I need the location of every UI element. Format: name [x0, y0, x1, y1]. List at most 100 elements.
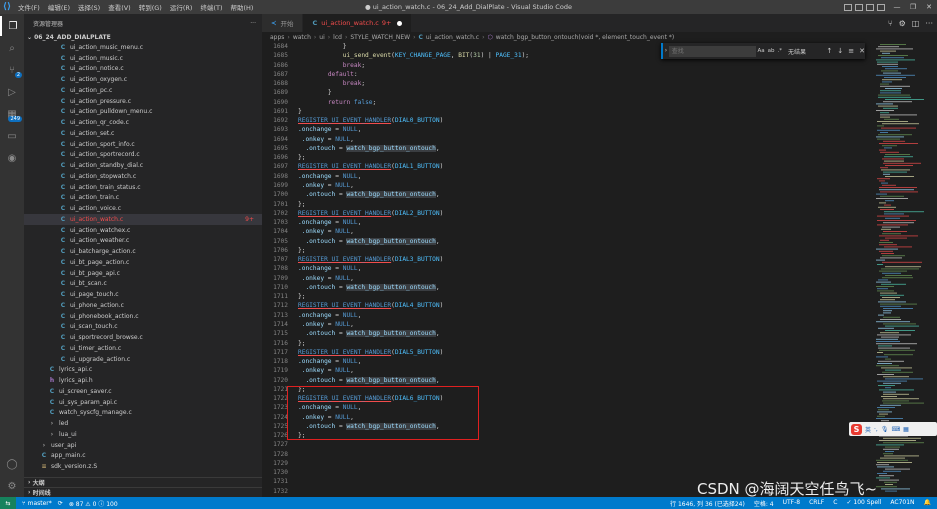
ime-punctuation[interactable]: ·,	[874, 426, 878, 433]
close-find-icon[interactable]: ✕	[859, 47, 865, 55]
tree-file[interactable]: Cui_sys_param_api.c	[24, 397, 262, 408]
tree-file[interactable]: Cui_scan_touch.c	[24, 322, 262, 333]
tree-file[interactable]: Cwatch_syscfg_manage.c	[24, 408, 262, 419]
tree-file[interactable]: Cui_action_oxygen.c	[24, 74, 262, 85]
menu-item[interactable]: 选择(S)	[78, 2, 100, 12]
tree-file[interactable]: Cui_action_standby_dial.c	[24, 160, 262, 171]
search-icon[interactable]: ⌕	[0, 38, 24, 58]
match-whole-word-icon[interactable]: ab	[768, 48, 775, 54]
line-ending[interactable]: CRLF	[809, 499, 824, 508]
branch-name[interactable]: master*	[28, 500, 52, 507]
tree-folder[interactable]: › user_api	[24, 440, 262, 451]
ime-mode[interactable]: 英	[865, 425, 871, 434]
tree-file[interactable]: Cui_action_notice.c	[24, 64, 262, 75]
account-icon[interactable]: ◯	[0, 454, 24, 474]
tree-file[interactable]: Cui_phone_action.c	[24, 300, 262, 311]
customize-layout-icon[interactable]	[877, 3, 885, 11]
problems-indicator[interactable]: ⊗ 87 ⚠ 0 ⓘ 100	[69, 499, 118, 508]
toggle-sidebar-icon[interactable]	[844, 3, 852, 11]
tab-ui-action-watch[interactable]: C ui_action_watch.c 9+	[303, 14, 413, 32]
explorer-icon[interactable]: ❐	[0, 16, 24, 36]
github-icon[interactable]: ◉	[0, 148, 24, 168]
minimize-button[interactable]: —	[889, 0, 905, 14]
breadcrumb-item[interactable]: apps	[270, 34, 284, 41]
tree-file[interactable]: Cui_action_music.c	[24, 53, 262, 64]
language-mode[interactable]: C	[833, 499, 837, 508]
breadcrumb-item[interactable]: watch	[293, 34, 311, 41]
tree-file[interactable]: Cui_timer_action.c	[24, 343, 262, 354]
menu-item[interactable]: 终端(T)	[200, 2, 222, 12]
remote-indicator-icon[interactable]: ⇆	[0, 497, 16, 509]
more-actions-icon[interactable]: ···	[925, 19, 933, 28]
extensions-icon[interactable]: ▦ 249	[0, 104, 24, 124]
tree-file[interactable]: Cui_bt_scan.c	[24, 279, 262, 290]
run-icon[interactable]: ⑂	[888, 19, 893, 28]
breadcrumb-item[interactable]: ui	[319, 34, 324, 41]
toggle-replace-icon[interactable]: ›	[661, 43, 669, 59]
outline-section[interactable]: › 大纲	[24, 477, 262, 487]
breadcrumb-item[interactable]: watch_bgp_button_ontouch(void *, element…	[496, 34, 674, 41]
tree-file[interactable]: Cui_page_touch.c	[24, 289, 262, 300]
tree-file[interactable]: Cui_action_pressure.c	[24, 96, 262, 107]
timeline-section[interactable]: › 时间线	[24, 487, 262, 497]
tree-folder[interactable]: › lua_ui	[24, 429, 262, 440]
split-editor-icon[interactable]: ◫	[912, 19, 920, 28]
tree-file[interactable]: Cui_action_sportrecord.c	[24, 150, 262, 161]
breadcrumb-item[interactable]: ui_action_watch.c	[426, 34, 479, 41]
indentation[interactable]: 空格: 4	[754, 499, 774, 508]
encoding[interactable]: UTF-8	[783, 499, 801, 508]
breadcrumb-item[interactable]: STYLE_WATCH_NEW	[350, 34, 410, 41]
tree-file[interactable]: Cui_action_train.c	[24, 193, 262, 204]
tree-file[interactable]: Cui_action_sport_info.c	[24, 139, 262, 150]
previous-match-icon[interactable]: ↑	[827, 47, 833, 55]
tab-welcome[interactable]: ≺ 开始	[262, 14, 304, 32]
use-regex-icon[interactable]: .*	[778, 48, 783, 54]
tree-file[interactable]: Cui_action_watchex.c	[24, 225, 262, 236]
tree-file[interactable]: Cui_bt_page_action.c	[24, 257, 262, 268]
run-debug-icon[interactable]: ▷	[0, 82, 24, 102]
menu-item[interactable]: 运行(R)	[170, 2, 193, 12]
next-match-icon[interactable]: ↓	[837, 47, 843, 55]
toggle-panel-icon[interactable]	[855, 3, 863, 11]
tree-file[interactable]: Cui_action_stopwatch.c	[24, 171, 262, 182]
tree-file[interactable]: Cui_screen_saver.c	[24, 386, 262, 397]
more-actions-icon[interactable]: ···	[250, 20, 256, 27]
unsaved-dot-icon[interactable]	[397, 20, 403, 26]
tree-file[interactable]: Cui_action_pulldown_menu.c	[24, 107, 262, 118]
tree-folder[interactable]: › led	[24, 418, 262, 429]
menu-item[interactable]: 编辑(E)	[48, 2, 70, 12]
toggle-secondary-sidebar-icon[interactable]	[866, 3, 874, 11]
settings-sync-icon[interactable]: ⚙	[899, 19, 906, 28]
tree-file[interactable]: Cui_sportrecord_browse.c	[24, 332, 262, 343]
tree-file[interactable]: Cui_action_pc.c	[24, 85, 262, 96]
menu-item[interactable]: 帮助(H)	[230, 2, 253, 12]
mic-icon[interactable]: 🎙	[881, 426, 889, 433]
match-case-icon[interactable]: Aa	[758, 48, 765, 54]
tree-file[interactable]: Cui_action_watch.c 9+	[24, 214, 262, 225]
remote-explorer-icon[interactable]: ▭	[0, 126, 24, 146]
spell-check[interactable]: ✓ 100 Spell	[846, 499, 881, 508]
tree-file[interactable]: h lyrics_api.h	[24, 375, 262, 386]
keyboard-icon[interactable]: ⌨	[891, 426, 900, 433]
find-input[interactable]	[668, 45, 756, 57]
menu-item[interactable]: 查看(V)	[108, 2, 131, 12]
cursor-position[interactable]: 行 1646, 列 36 (已选择24)	[670, 499, 745, 508]
tree-file[interactable]: Cui_action_voice.c	[24, 203, 262, 214]
tree-file[interactable]: ≡ sdk_version.z.S	[24, 461, 262, 472]
tree-file[interactable]: Cui_action_weather.c	[24, 236, 262, 247]
menu-item[interactable]: 文件(F)	[18, 2, 40, 12]
tree-file[interactable]: Cui_action_qr_code.c	[24, 117, 262, 128]
gear-icon[interactable]: ⚙	[0, 476, 24, 496]
tree-file[interactable]: Clyrics_api.c	[24, 365, 262, 376]
sync-icon[interactable]: ⟳	[58, 500, 63, 507]
breadcrumb-item[interactable]: lcd	[333, 34, 342, 41]
tree-file[interactable]: Cui_action_set.c	[24, 128, 262, 139]
tree-file[interactable]: Cui_action_train_status.c	[24, 182, 262, 193]
tree-file[interactable]: Capp_main.c	[24, 451, 262, 462]
tree-file[interactable]: Cui_upgrade_action.c	[24, 354, 262, 365]
maximize-button[interactable]: ❐	[905, 0, 921, 14]
tree-file[interactable]: Cui_action_music_menu.c	[24, 42, 262, 53]
workspace-root-folder[interactable]: ⌄ 06_24_ADD_DIALPLATE	[24, 32, 262, 42]
tree-file[interactable]: Cui_batcharge_action.c	[24, 246, 262, 257]
bell-icon[interactable]: 🔔	[924, 499, 931, 508]
